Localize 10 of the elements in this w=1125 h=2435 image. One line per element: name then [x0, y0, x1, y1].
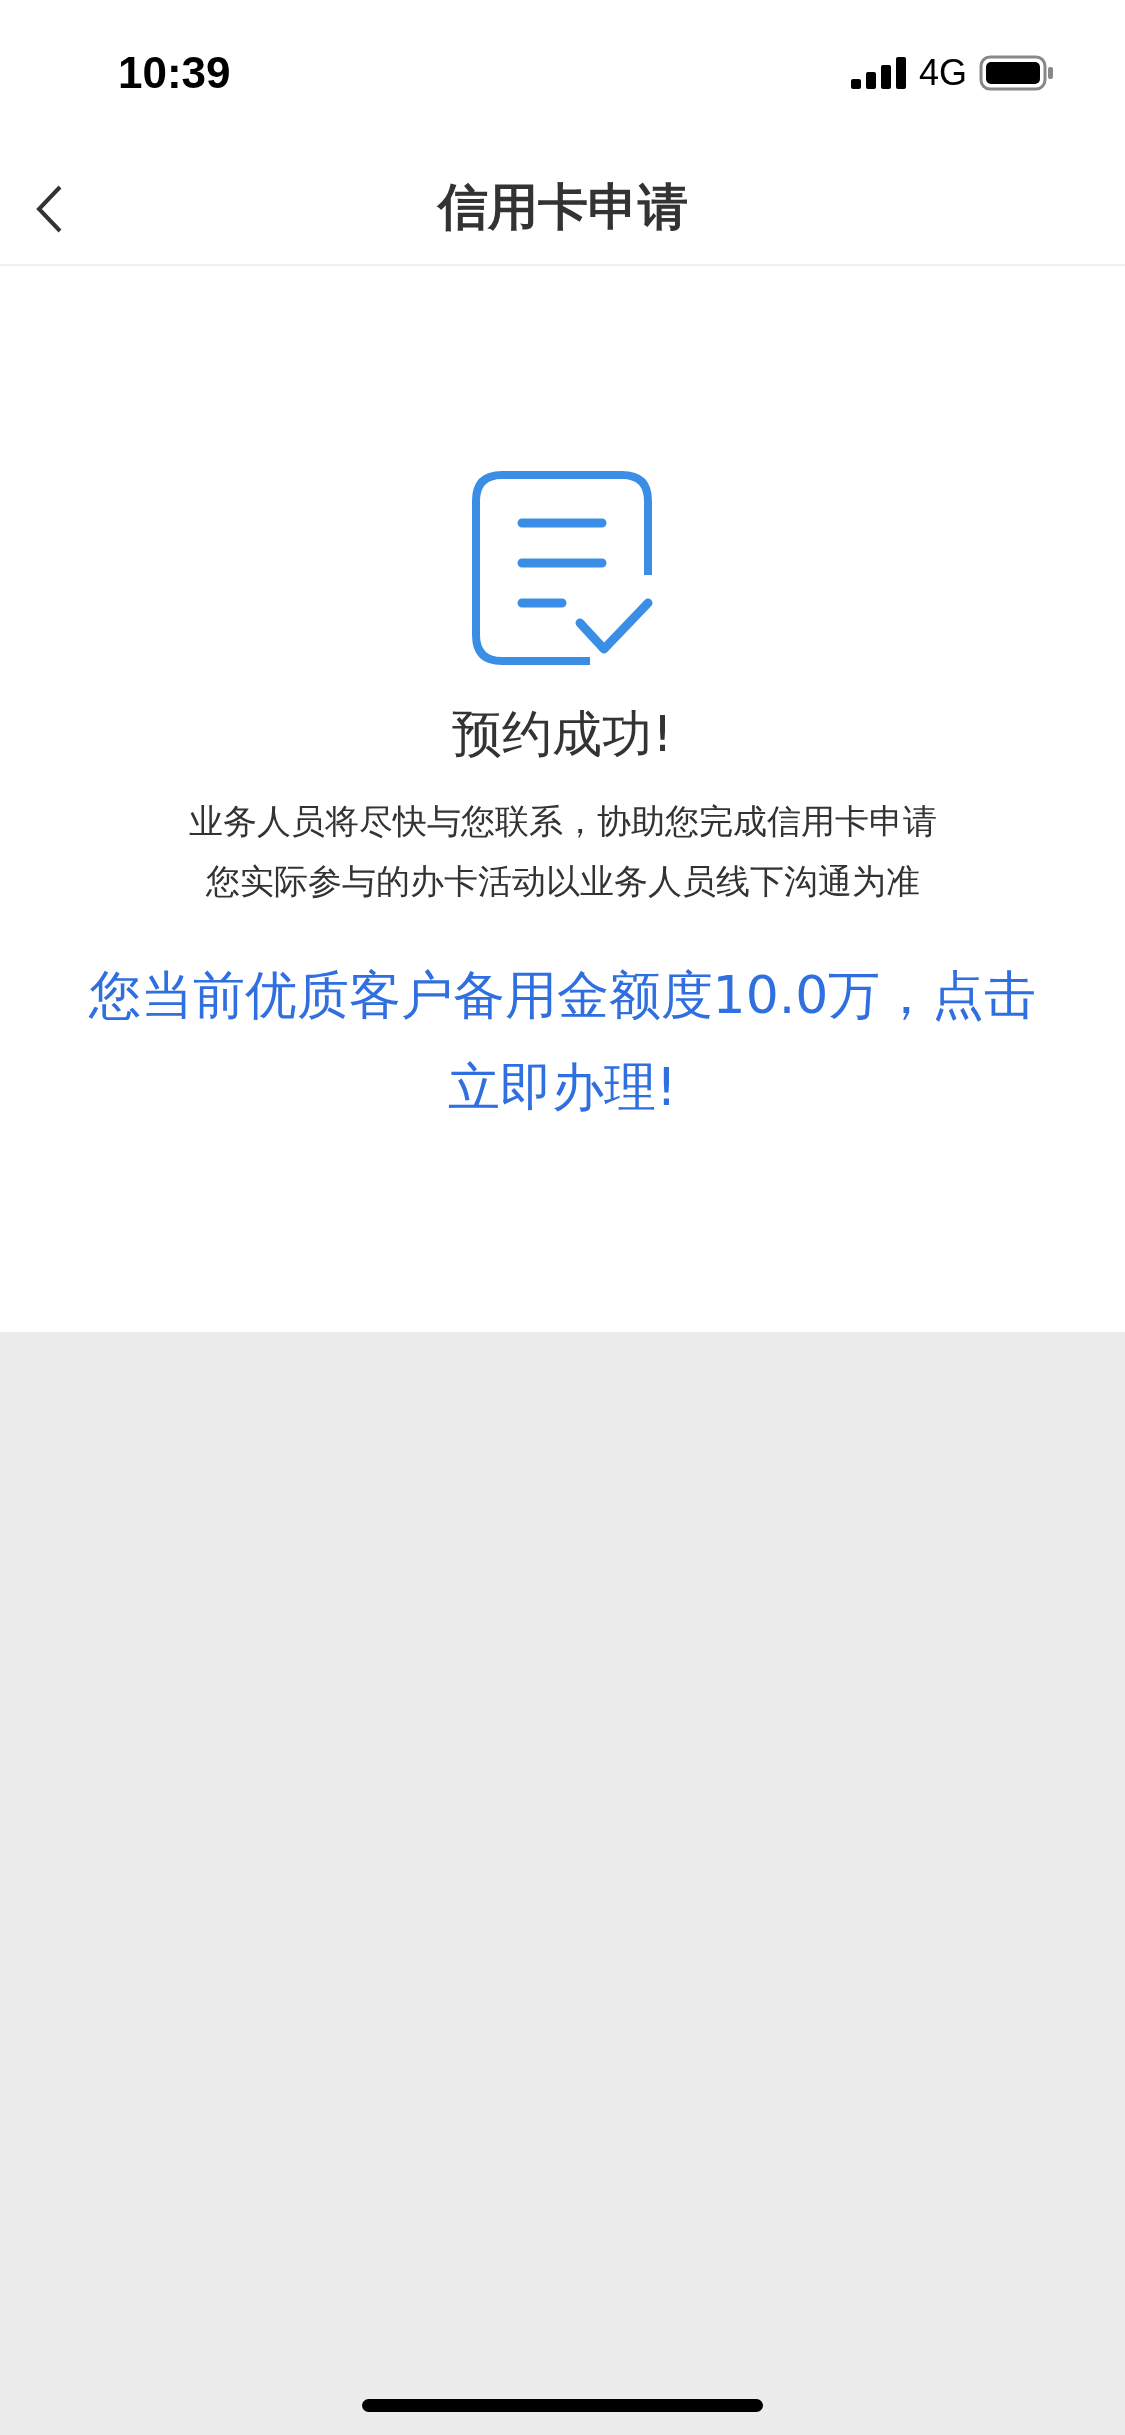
success-title: 预约成功!	[452, 704, 673, 765]
message-text: 您实际参与的办卡活动以业务人员线下沟通为准	[205, 860, 920, 903]
status-time: 10:39	[118, 48, 231, 98]
back-icon[interactable]	[34, 184, 64, 234]
network-label: 4G	[918, 52, 967, 94]
offer-link[interactable]: 您当前优质客户备用金额度10.0万，点击立即办理!	[82, 949, 1043, 1133]
page-title: 信用卡申请	[437, 176, 688, 238]
signal-icon	[850, 57, 907, 89]
message-text: 业务人员将尽快与您联系，协助您完成信用卡申请	[188, 800, 937, 843]
battery-icon	[979, 55, 1055, 91]
